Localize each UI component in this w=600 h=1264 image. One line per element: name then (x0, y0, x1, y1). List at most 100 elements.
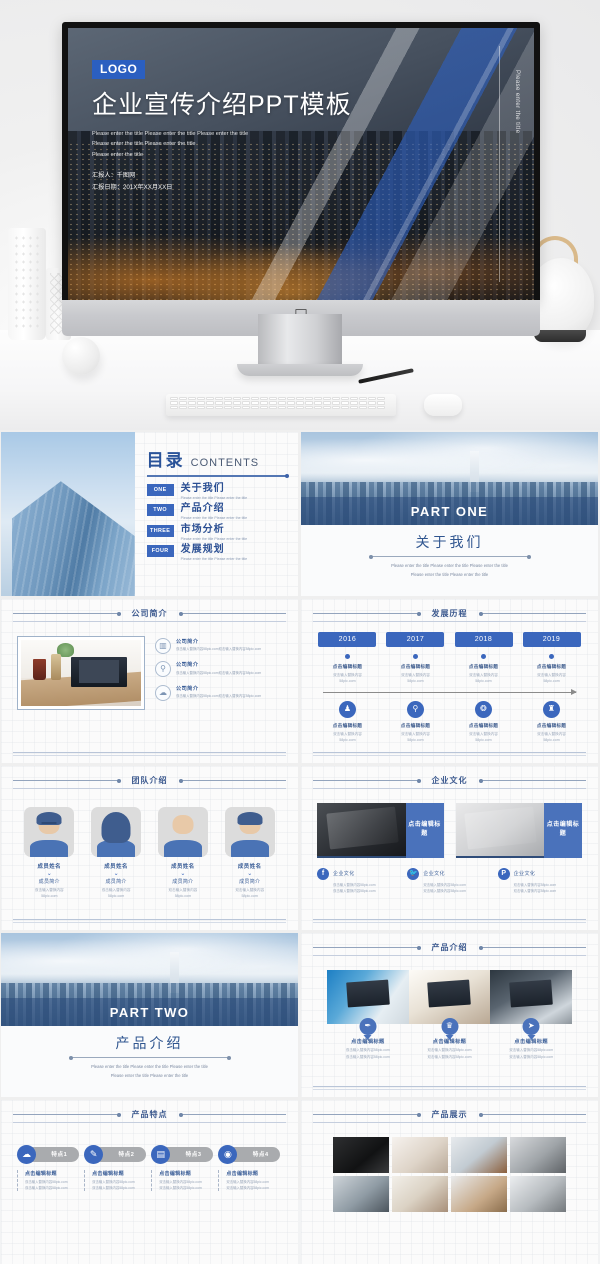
feature-text: 点击编辑标题 双击输入替换内容58pic.com 双击输入替换内容58pic.c… (17, 1169, 81, 1192)
feature-item[interactable]: 特点1 ☁ 点击编辑标题 双击输入替换内容58pic.com 双击输入替换内容5… (17, 1144, 81, 1192)
keyboard-key (323, 405, 331, 410)
slide-cover[interactable]: Please enter the title LOGO 企业宣传介绍PPT模板 … (68, 28, 534, 300)
section-header: 发展历程 (313, 608, 586, 619)
keyboard-key (242, 397, 250, 401)
profile-item-title: 公司简介 (176, 685, 199, 692)
toc-item-one[interactable]: ONE 关于我们 Please enter the title Please e… (146, 483, 288, 500)
keyboard-key (377, 401, 385, 405)
product-intro-text: 点击编辑标题 双击输入替换内容58pic.com 双击输入替换内容58pic.c… (409, 1038, 491, 1061)
product-intro-item[interactable]: ♛ 点击编辑标题 双击输入替换内容58pic.com 双击输入替换内容58pic… (408, 969, 491, 1061)
timeline-node[interactable]: ♜ 点击编辑标题 双击输入替换内容 58pic.com (521, 700, 582, 743)
culture-social-head: f 企业文化 (317, 867, 401, 880)
section-underline (313, 1121, 586, 1123)
culture-card-tag: 点击编辑标题 (405, 802, 444, 858)
feature-item[interactable]: 特点2 ✎ 点击编辑标题 双击输入替换内容58pic.com 双击输入替换内容5… (84, 1144, 148, 1192)
timeline-node[interactable]: ⚲ 点击编辑标题 双击输入替换内容 58pic.com (385, 700, 446, 743)
profile-item[interactable]: ☁ 公司简介 双击输入替换内容58pic.com双击输入替换内容58pic.co… (155, 684, 282, 701)
product-intro-item[interactable]: ➤ 点击编辑标题 双击输入替换内容58pic.com 双击输入替换内容58pic… (490, 969, 573, 1061)
slide-part-one[interactable]: PART ONE 关于我们 Please enter the title Ple… (301, 432, 598, 596)
culture-social-line: 双击输入替换内容58pic.com (513, 889, 557, 894)
product-intro-desc: 双击输入替换内容58pic.com 双击输入替换内容58pic.com (409, 1047, 491, 1060)
feature-item[interactable]: 特点3 ▤ 点击编辑标题 双击输入替换内容58pic.com 双击输入替换内容5… (151, 1144, 215, 1192)
feature-label: 特点4 (252, 1152, 269, 1158)
keyboard-key (296, 405, 304, 410)
feature-item[interactable]: 特点4 ◉ 点击编辑标题 双击输入替换内容58pic.com 双击输入替换内容5… (218, 1144, 282, 1192)
gallery-tile[interactable] (510, 1136, 566, 1173)
culture-social-item[interactable]: 🐦 企业文化 双击输入替换内容58pic.com 双击输入替换内容58pic.c… (407, 867, 491, 895)
timeline-node[interactable]: ❂ 点击编辑标题 双击输入替换内容 58pic.com (453, 700, 514, 743)
section-underline (13, 620, 286, 622)
timeline-dot (344, 653, 350, 659)
profile-photo (21, 639, 141, 706)
pinterest-icon: P (497, 867, 510, 880)
keyboard-key (197, 401, 205, 405)
feature-title: 点击编辑标题 (25, 1170, 57, 1177)
keyboard-key (359, 401, 367, 405)
timeline-node[interactable]: 2016 点击编辑标题 双击输入替换内容 58pic.com (317, 631, 378, 704)
timeline-title: 点击编辑标题 (536, 722, 567, 728)
toc-item-four[interactable]: FOUR 发展规划 Please enter the title Please … (146, 544, 288, 561)
team-member-card[interactable]: 成员姓名 ⌄ 成员简介 双击输入替换内容 58pic.com (88, 806, 145, 900)
timeline-node[interactable]: 2019 点击编辑标题 双击输入替换内容 58pic.com (521, 631, 582, 704)
imac-stand-neck (258, 314, 342, 368)
team-site: 58pic.com (41, 894, 58, 899)
team-member-card[interactable]: 成员姓名 ⌄ 成员简介 双击输入替换内容 58pic.com (221, 806, 278, 900)
cover-subtitle-line-1: Please enter the title Please enter the … (92, 131, 249, 137)
feature-title: 点击编辑标题 (159, 1170, 192, 1177)
gear-icon: ❂ (475, 700, 492, 718)
part-one-clouds (301, 432, 598, 487)
team-member-card[interactable]: 成员姓名 ⌄ 成员简介 双击输入替换内容 58pic.com (21, 806, 78, 900)
slide-product-features[interactable]: 产品特点 特点1 ☁ 点击编辑标题 双击输入替换内容58pic.com 双击输入… (1, 1100, 298, 1264)
product-intro-item[interactable]: ✒ 点击编辑标题 双击输入替换内容58pic.com 双击输入替换内容58pic… (327, 969, 409, 1061)
gallery-tile[interactable] (392, 1175, 448, 1212)
timeline-dot (412, 653, 418, 659)
gallery-tile[interactable] (392, 1136, 448, 1173)
chevron-down-icon: ⌄ (247, 870, 253, 877)
gallery-tile[interactable] (333, 1175, 389, 1212)
slide-company-profile[interactable]: 公司简介 ▥ 公司简介 双击输入替换内容58pic.com双击输入替换内容58p… (1, 599, 298, 763)
slide-culture[interactable]: 企业文化 点击编辑标题 点击编辑标题 f 企业文化 双击输入替换内容58pic.… (301, 766, 598, 930)
gallery-tile[interactable] (333, 1136, 389, 1173)
profile-item[interactable]: ⚲ 公司简介 双击输入替换内容58pic.com双击输入替换内容58pic.co… (155, 661, 282, 677)
section-header: 企业文化 (313, 775, 586, 786)
part-one-band-label: PART ONE (410, 503, 489, 519)
culture-social-item[interactable]: f 企业文化 双击输入替换内容58pic.com 双击输入替换内容58pic.c… (317, 867, 401, 895)
feature-label: 特点2 (118, 1152, 135, 1158)
slide-contents[interactable]: 目录 CONTENTS ONE 关于我们 Please enter the ti… (1, 432, 298, 596)
slide-timeline[interactable]: 发展历程 2016 点击编辑标题 双击输入替换内容 58pic.com 2017… (301, 599, 598, 763)
keyboard-key (170, 405, 178, 410)
toc-text: 发展规划 Please enter the title Please enter… (181, 544, 248, 561)
slide-product-intro[interactable]: 产品介绍 ✒ 点击编辑标题 双击输入替换内容58pic.com 双击输入替换内容… (301, 933, 598, 1097)
timeline-arrow (323, 688, 577, 695)
keyboard-key (170, 401, 178, 405)
timeline-node[interactable]: ♟ 点击编辑标题 双击输入替换内容 58pic.com (317, 700, 378, 743)
timeline-node[interactable]: 2018 点击编辑标题 双击输入替换内容 58pic.com (453, 631, 514, 704)
gallery-tile[interactable] (451, 1175, 507, 1212)
toc-item-two[interactable]: TWO 产品介绍 Please enter the title Please e… (146, 503, 288, 520)
team-member-card[interactable]: 成员姓名 ⌄ 成员简介 双击输入替换内容 58pic.com (155, 806, 212, 900)
section-underline (313, 787, 586, 789)
team-member-role: 成员简介 (172, 879, 194, 885)
feature-text: 点击编辑标题 双击输入替换内容58pic.com 双击输入替换内容58pic.c… (84, 1169, 148, 1192)
culture-social-item[interactable]: P 企业文化 双击输入替换内容58pic.com 双击输入替换内容58pic.c… (497, 867, 582, 895)
gallery-tile[interactable] (451, 1136, 507, 1173)
avatar-hair (101, 811, 131, 843)
profile-item[interactable]: ▥ 公司简介 双击输入替换内容58pic.com双击输入替换内容58pic.co… (155, 637, 282, 654)
slide-team[interactable]: 团队介绍 成员姓名 ⌄ 成员简介 双击输入替换内容 58pic.com 成员姓名… (1, 766, 298, 930)
keyboard-key (314, 401, 322, 405)
slide-part-two[interactable]: PART TWO 产品介绍 Please enter the title Ple… (1, 933, 298, 1097)
gallery-tile[interactable] (510, 1175, 566, 1212)
part-two-skyline-photo: PART TWO (1, 933, 298, 1027)
keyboard-key (287, 401, 295, 405)
part-one-band: PART ONE (301, 497, 598, 526)
timeline-title: 点击编辑标题 (400, 663, 431, 669)
folder-icon: ▤ (151, 1144, 171, 1164)
timeline-node[interactable]: 2017 点击编辑标题 双击输入替换内容 58pic.com (385, 631, 446, 704)
culture-card[interactable]: 点击编辑标题 (317, 802, 444, 858)
imac-screen: Please enter the title LOGO 企业宣传介绍PPT模板 … (62, 22, 540, 300)
culture-card[interactable]: 点击编辑标题 (455, 802, 582, 858)
toc-item-three[interactable]: THREE 市场分析 Please enter the title Please… (146, 524, 288, 541)
culture-card-row: 点击编辑标题 点击编辑标题 (313, 802, 586, 858)
product-desc-line: 双击输入替换内容58pic.com (427, 1054, 472, 1059)
slide-product-gallery[interactable]: 产品展示 (301, 1100, 598, 1264)
